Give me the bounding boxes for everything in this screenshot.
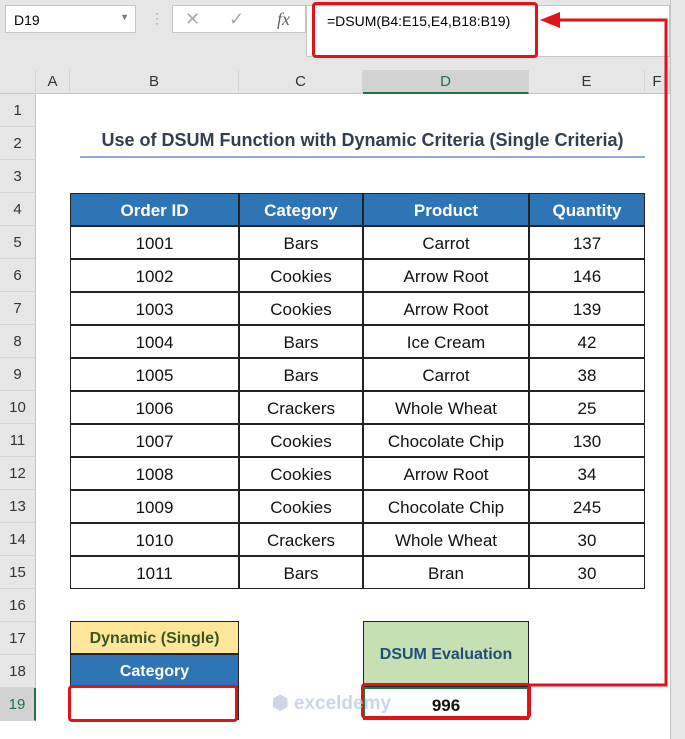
arrow-head-icon <box>540 12 560 28</box>
arrow-connector <box>529 12 668 687</box>
